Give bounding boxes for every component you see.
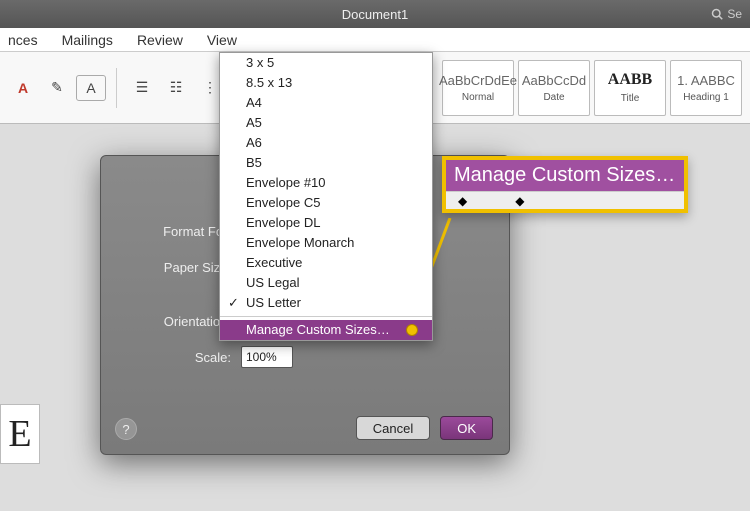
scale-input[interactable] [241, 346, 293, 368]
popup-item-selected[interactable]: US Letter [220, 293, 432, 313]
bullets-button[interactable]: ☰ [127, 75, 157, 101]
popup-item[interactable]: 3 x 5 [220, 53, 432, 73]
popup-item[interactable]: A4 [220, 93, 432, 113]
numbering-button[interactable]: ☷ [161, 75, 191, 101]
document-title: Document1 [342, 7, 408, 22]
menu-item[interactable]: Review [137, 32, 183, 48]
popup-item[interactable]: Executive [220, 253, 432, 273]
ok-button[interactable]: OK [440, 416, 493, 440]
search-icon [711, 8, 723, 20]
text-box-button[interactable]: A [76, 75, 106, 101]
popup-item[interactable]: Envelope DL [220, 213, 432, 233]
paragraph-group: ☰ ☷ ⋮ [127, 75, 225, 101]
popup-item[interactable]: A6 [220, 133, 432, 153]
ruler-marker-icon: ◆ [515, 194, 524, 208]
popup-separator [220, 316, 432, 317]
font-color-button[interactable]: A [8, 75, 38, 101]
menu-item[interactable]: Mailings [62, 32, 113, 48]
format-for-label: Format For: [125, 224, 231, 239]
search-placeholder: Se [727, 7, 742, 21]
search-box[interactable]: Se [711, 7, 742, 21]
menu-bar: nces Mailings Review View [0, 28, 750, 52]
page-edge-glyph: E [0, 404, 40, 464]
highlight-button[interactable]: ✎ [42, 75, 72, 101]
scale-label: Scale: [125, 350, 231, 365]
popup-item-manage-custom[interactable]: Manage Custom Sizes… [220, 320, 432, 340]
title-bar: Document1 Se [0, 0, 750, 28]
popup-item[interactable]: Envelope #10 [220, 173, 432, 193]
font-group: A ✎ A [8, 75, 106, 101]
callout-dot-icon [406, 324, 418, 336]
paper-size-label: Paper Size: [125, 260, 231, 275]
style-heading1[interactable]: 1. AABBC Heading 1 [670, 60, 742, 116]
callout-header: Manage Custom Sizes… [446, 160, 684, 191]
style-normal[interactable]: AaBbCrDdEe Normal [442, 60, 514, 116]
menu-item[interactable]: nces [8, 32, 38, 48]
callout-box: Manage Custom Sizes… ◆ ◆ [442, 156, 688, 213]
popup-item[interactable]: Envelope Monarch [220, 233, 432, 253]
cancel-button[interactable]: Cancel [356, 416, 430, 440]
orientation-label: Orientation: [125, 314, 231, 329]
paper-size-popup: 3 x 5 8.5 x 13 A4 A5 A6 B5 Envelope #10 … [219, 52, 433, 341]
style-date[interactable]: AaBbCcDd Date [518, 60, 590, 116]
separator [116, 68, 117, 108]
style-title[interactable]: AABB Title [594, 60, 666, 116]
help-button[interactable]: ? [115, 418, 137, 440]
menu-item[interactable]: View [207, 32, 237, 48]
popup-item[interactable]: A5 [220, 113, 432, 133]
callout-ruler: ◆ ◆ [446, 191, 684, 209]
popup-item[interactable]: Envelope C5 [220, 193, 432, 213]
styles-gallery: AaBbCrDdEe Normal AaBbCcDd Date AABB Tit… [442, 60, 742, 116]
popup-item[interactable]: B5 [220, 153, 432, 173]
ruler-marker-icon: ◆ [458, 194, 467, 208]
popup-item[interactable]: US Legal [220, 273, 432, 293]
popup-item[interactable]: 8.5 x 13 [220, 73, 432, 93]
